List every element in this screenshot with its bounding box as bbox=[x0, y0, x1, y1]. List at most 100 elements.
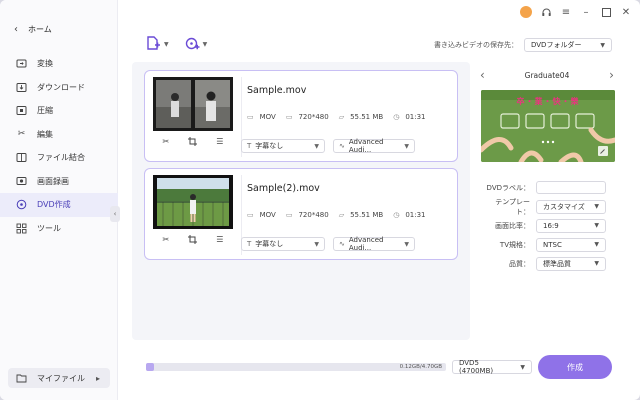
screen-record-icon bbox=[16, 176, 27, 187]
close-icon[interactable]: ✕ bbox=[620, 6, 632, 18]
avatar[interactable] bbox=[520, 6, 532, 18]
dvd-icon bbox=[16, 199, 27, 210]
file-title: Sample(2).mov bbox=[247, 183, 320, 194]
quality-label: 品質： bbox=[509, 259, 530, 268]
subtitle-value: 字幕なし bbox=[255, 240, 284, 248]
quality-select[interactable]: 標準品質 ▼ bbox=[536, 256, 606, 271]
chevron-down-icon: ▼ bbox=[404, 240, 409, 248]
audio-value: Advanced Audi... bbox=[348, 236, 384, 252]
settings-sliders-icon[interactable]: ☰ bbox=[216, 137, 223, 148]
file-list-panel: ✂ ☰ Sample.mov ▭ MOV ▭ 720*480 ▱ 55.51 M… bbox=[132, 62, 470, 340]
save-location-select[interactable]: DVDフォルダー ▼ bbox=[524, 38, 612, 52]
chevron-left-icon: ‹ bbox=[113, 210, 117, 218]
save-location-value: DVDフォルダー bbox=[531, 41, 582, 49]
file-duration: 01:31 bbox=[405, 211, 426, 219]
video-format-icon: ▭ bbox=[247, 211, 254, 219]
disc-capacity-text: 0.12GB/4.70GB bbox=[399, 364, 442, 370]
sidebar-item-screen-record[interactable]: 画面録画 bbox=[0, 170, 118, 194]
thumbnail-tools: ✂ ☰ bbox=[153, 235, 233, 246]
sidebar-item-convert[interactable]: 変換 bbox=[0, 52, 118, 76]
dvd-label-row: DVDラベル： bbox=[484, 178, 614, 197]
aspect-ratio-select[interactable]: 16:9 ▼ bbox=[536, 218, 606, 233]
audio-value: Advanced Audi... bbox=[348, 138, 384, 154]
size-info: ▱ 55.51 MB bbox=[339, 211, 384, 219]
burn-button[interactable]: 作成 bbox=[538, 355, 612, 379]
template-value: カスタマイズ bbox=[543, 202, 585, 211]
scissors-icon[interactable]: ✂ bbox=[163, 235, 170, 246]
file-title: Sample.mov bbox=[247, 85, 307, 96]
video-thumbnail[interactable] bbox=[153, 77, 233, 131]
dvd-label-input[interactable] bbox=[536, 181, 606, 194]
sidebar-item-label: 圧縮 bbox=[37, 106, 53, 116]
chevron-left-icon[interactable]: ‹ bbox=[480, 68, 485, 82]
chevron-down-icon: ▼ bbox=[594, 260, 599, 267]
crop-icon[interactable] bbox=[188, 137, 198, 148]
add-disc-button[interactable]: ▼ bbox=[185, 36, 207, 53]
sidebar-menu: 変換 ダウンロード 圧縮 ✂ 編集 ファイル結合 画面録画 DVD作成 ツール bbox=[0, 52, 118, 240]
minimize-icon[interactable]: – bbox=[580, 6, 592, 18]
my-files-label: マイファイル bbox=[37, 373, 85, 383]
scissors-icon: ✂ bbox=[17, 129, 26, 140]
subtitle-select[interactable]: T 字幕なし ▼ bbox=[241, 139, 325, 153]
sidebar-item-tools[interactable]: ツール bbox=[0, 217, 118, 241]
quality-value: 標準品質 bbox=[543, 259, 571, 268]
audio-select[interactable]: ∿ Advanced Audi... ▼ bbox=[333, 236, 415, 252]
template-name: Graduate04 bbox=[524, 70, 570, 80]
file-format: MOV bbox=[259, 113, 276, 121]
format-info: ▭ MOV bbox=[247, 211, 276, 219]
title-bar-controls: ≡ – ✕ bbox=[520, 6, 632, 18]
aspect-ratio-label: 画面比率： bbox=[495, 221, 530, 230]
chevron-down-icon: ▼ bbox=[404, 142, 409, 150]
home-button[interactable]: ‹ ホーム bbox=[14, 24, 52, 35]
chevron-down-icon: ▼ bbox=[164, 41, 169, 48]
chevron-right-icon[interactable]: › bbox=[609, 68, 614, 82]
template-label: テンプレート： bbox=[495, 197, 530, 216]
add-file-icon bbox=[146, 36, 161, 53]
tv-standard-select[interactable]: NTSC ▼ bbox=[536, 237, 606, 252]
sidebar-item-label: ダウンロード bbox=[37, 82, 85, 92]
resolution-icon: ▭ bbox=[285, 211, 293, 219]
disc-type-select[interactable]: DVD5 (4700MB) ▼ bbox=[452, 359, 532, 375]
chevron-down-icon: ▼ bbox=[594, 241, 599, 248]
file-card[interactable]: ✂ ☰ Sample.mov ▭ MOV ▭ 720*480 ▱ 55.51 M… bbox=[144, 70, 458, 162]
template-select[interactable]: カスタマイズ ▼ bbox=[536, 199, 606, 214]
video-format-icon: ▭ bbox=[247, 113, 254, 121]
sidebar-item-compress[interactable]: 圧縮 bbox=[0, 99, 118, 123]
add-file-button[interactable]: ▼ bbox=[146, 36, 169, 53]
sidebar-item-merge[interactable]: ファイル結合 bbox=[0, 146, 118, 170]
subtitle-icon: T bbox=[247, 142, 252, 150]
home-label: ホーム bbox=[28, 25, 52, 34]
my-files-button[interactable]: マイファイル ▸ bbox=[8, 368, 110, 388]
sidebar-item-edit[interactable]: ✂ 編集 bbox=[0, 123, 118, 147]
headset-icon[interactable] bbox=[540, 6, 552, 18]
save-location-row: 書き込みビデオの保存先： DVDフォルダー ▼ bbox=[434, 38, 612, 52]
audio-select[interactable]: ∿ Advanced Audi... ▼ bbox=[333, 138, 415, 154]
sidebar-collapse-button[interactable]: ‹ bbox=[110, 206, 120, 222]
menu-icon[interactable]: ≡ bbox=[560, 6, 572, 18]
file-duration: 01:31 bbox=[405, 113, 426, 121]
sidebar-item-download[interactable]: ダウンロード bbox=[0, 76, 118, 100]
sidebar-item-label: ツール bbox=[37, 223, 61, 233]
subtitle-select[interactable]: T 字幕なし ▼ bbox=[241, 237, 325, 251]
chevron-down-icon: ▼ bbox=[594, 222, 599, 229]
maximize-icon[interactable] bbox=[600, 6, 612, 18]
audio-wave-icon: ∿ bbox=[339, 142, 345, 150]
save-location-label: 書き込みビデオの保存先： bbox=[434, 41, 518, 49]
track-selectors: T 字幕なし ▼ ∿ Advanced Audi... ▼ bbox=[241, 236, 415, 252]
video-thumbnail[interactable] bbox=[153, 175, 233, 229]
tv-standard-label: TV規格： bbox=[499, 240, 530, 249]
file-card[interactable]: ✂ ☰ Sample(2).mov ▭ MOV ▭ 720*480 ▱ 55.5… bbox=[144, 168, 458, 260]
scissors-icon[interactable]: ✂ bbox=[163, 137, 170, 148]
folder-icon: ▱ bbox=[338, 211, 345, 219]
settings-sliders-icon[interactable]: ☰ bbox=[216, 235, 223, 246]
aspect-ratio-value: 16:9 bbox=[543, 221, 559, 230]
sidebar-item-dvd[interactable]: DVD作成 bbox=[0, 193, 118, 217]
crop-icon[interactable] bbox=[188, 235, 198, 246]
template-preview[interactable]: 卒・業・快・樂 bbox=[481, 90, 615, 162]
sidebar: ‹ ホーム 変換 ダウンロード 圧縮 ✂ 編集 ファイル結合 画面録画 DVD作… bbox=[0, 0, 118, 400]
sidebar-item-label: 変換 bbox=[37, 59, 53, 69]
subtitle-icon: T bbox=[247, 240, 252, 248]
convert-icon bbox=[16, 58, 27, 69]
chevron-down-icon: ▼ bbox=[520, 363, 525, 371]
disc-capacity-fill bbox=[146, 363, 154, 371]
